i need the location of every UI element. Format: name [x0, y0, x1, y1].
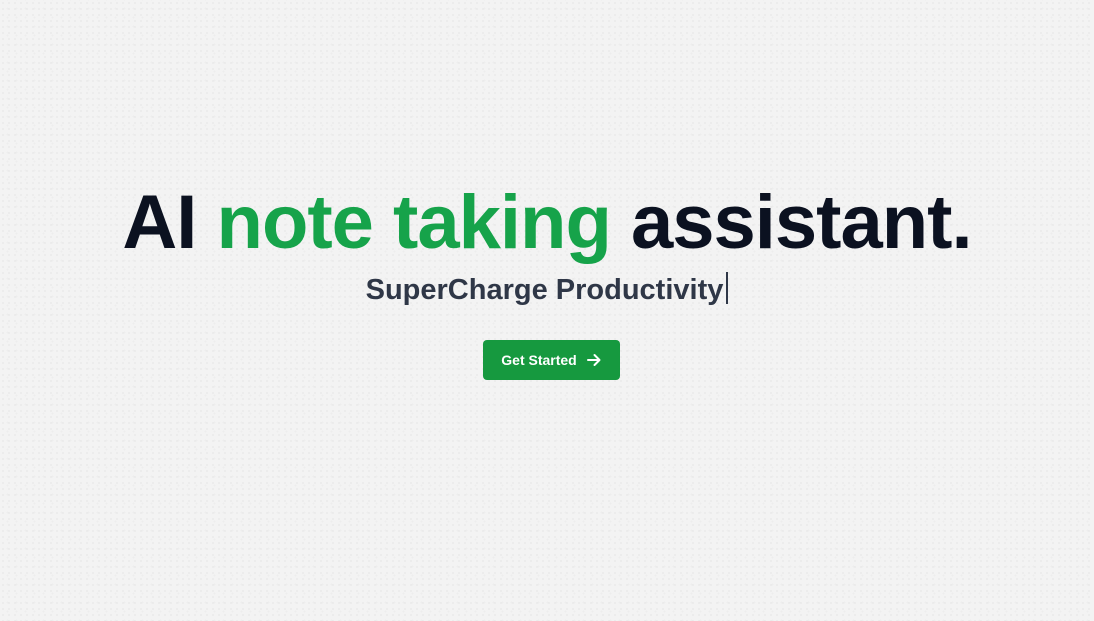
hero-section: AI note taking assistant. SuperCharge Pr… [0, 0, 1094, 621]
hero-subline: SuperCharge Productivity [0, 270, 1094, 310]
get-started-label: Get Started [501, 352, 577, 368]
headline-accent: note taking [216, 180, 612, 265]
typing-cursor [726, 272, 729, 304]
arrow-right-icon [586, 352, 602, 368]
subline-text: SuperCharge Productivity [365, 274, 724, 306]
headline-suffix: assistant. [631, 180, 973, 265]
hero-headline: AI note taking assistant. [0, 178, 1094, 268]
headline-prefix: AI [122, 180, 197, 265]
get-started-button[interactable]: Get Started [483, 340, 620, 380]
